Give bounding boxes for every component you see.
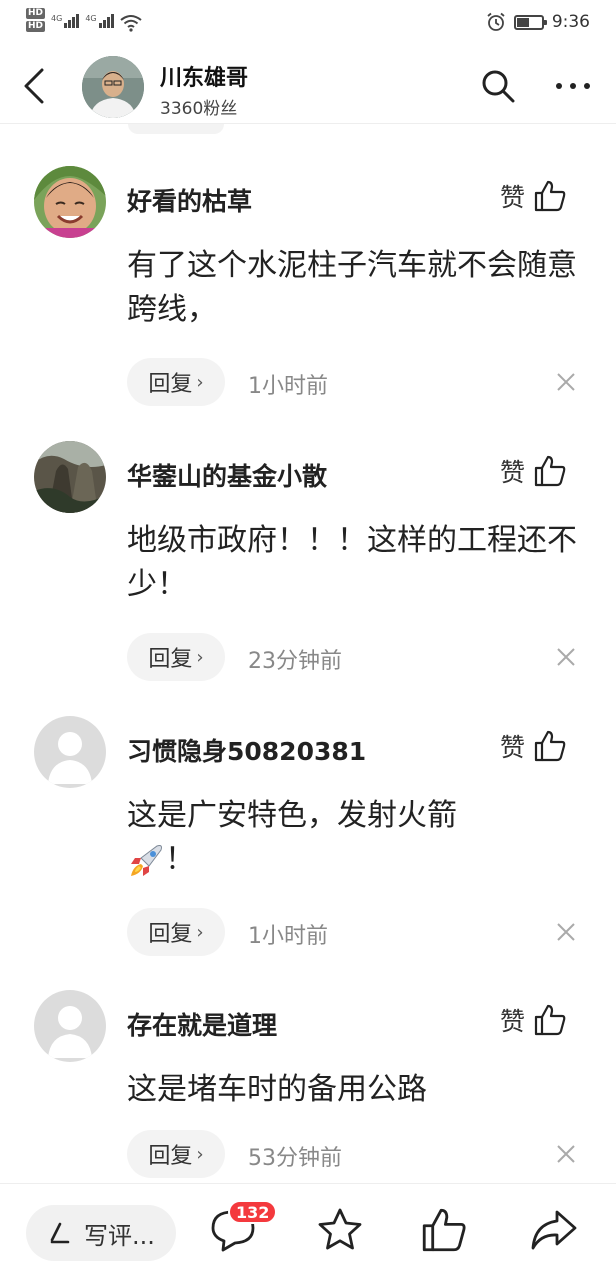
more-icon [556,83,590,89]
wifi-icon [119,15,142,32]
like-label: 赞 [500,183,526,212]
comment-count-badge: 132 [228,1200,278,1224]
chevron-left-icon [24,68,44,104]
partial-reply-pill [128,124,224,134]
hd-indicator: HD [26,21,46,32]
dismiss-button[interactable] [552,918,580,946]
comment-username[interactable]: 华蓥山的基金小散 [127,457,327,493]
chevron-right-icon: › [196,1143,204,1165]
reply-button[interactable]: 回复 › [127,908,225,956]
reply-label: 回复 [148,922,193,947]
comment-footer: 回复 › 1小时前 [127,908,587,956]
close-icon [557,1145,575,1163]
reply-label: 回复 [148,647,193,672]
thumbs-up-icon [534,730,566,762]
favorite-button[interactable] [312,1202,368,1258]
battery-icon [513,14,547,30]
avatar[interactable] [34,990,106,1062]
comment-footer: 回复 › 53分钟前 [127,1130,587,1178]
signal-icon: 4G [51,14,80,28]
like-label: 赞 [500,458,526,487]
network-type: 4G [85,14,97,23]
comment-time: 1小时前 [248,374,328,399]
close-icon [557,923,575,941]
search-button[interactable] [478,66,518,106]
like-label: 赞 [500,733,526,762]
comment-time: 53分钟前 [248,1146,342,1171]
status-bar: HD HD 4G 4G 9:36 [0,0,616,48]
comment-text: 有了这个水泥柱子汽车就不会随意跨线， [127,248,577,327]
top-nav: 川东雄哥 3360粉丝 [0,48,616,124]
like-label: 赞 [500,1007,526,1036]
more-button[interactable] [550,66,596,106]
thumbs-up-icon [534,180,566,212]
reply-button[interactable]: 回复 › [127,358,225,406]
like-button[interactable]: 赞 [500,178,567,214]
like-button[interactable]: 赞 [500,453,567,489]
clock: 9:36 [551,12,590,32]
back-button[interactable] [14,64,54,108]
reply-label: 回复 [148,372,193,397]
comment-text: 地级市政府！！！这样的工程还不少！ [127,523,577,602]
comment-username[interactable]: 存在就是道理 [127,1006,277,1042]
share-button[interactable] [526,1202,582,1258]
write-comment-button[interactable]: 写评... [26,1205,176,1261]
avatar[interactable] [34,441,106,513]
comment-username[interactable]: 习惯隐身50820381 [127,732,366,768]
dismiss-button[interactable] [552,368,580,396]
comment-text-part: ！ [165,842,195,877]
signal-icon: 4G [85,14,114,28]
comment-time: 1小时前 [248,924,328,949]
like-article-button[interactable] [416,1202,472,1258]
comment-footer: 回复 › 1小时前 [127,358,587,406]
dismiss-button[interactable] [552,1140,580,1168]
reply-label: 回复 [148,1144,193,1169]
comment-time: 23分钟前 [248,649,342,674]
comment-text: 这是堵车时的备用公路 [127,1072,427,1107]
pen-icon [50,1222,70,1244]
network-type: 4G [51,14,63,23]
comment-username[interactable]: 好看的枯草 [127,182,252,218]
dismiss-button[interactable] [552,643,580,671]
thumbs-up-icon [534,455,566,487]
search-icon [482,70,515,103]
star-icon [318,1208,362,1250]
author-avatar[interactable] [82,56,144,118]
reply-button[interactable]: 回复 › [127,1130,225,1178]
comment-text-part: 这是广安特色，发射火箭 [127,798,457,833]
close-icon [557,373,575,391]
chevron-right-icon: › [196,646,204,668]
avatar[interactable] [34,716,106,788]
reply-button[interactable]: 回复 › [127,633,225,681]
like-button[interactable]: 赞 [500,728,567,764]
alarm-icon [487,12,505,31]
hd-indicator: HD [26,8,46,19]
comment-text: 这是广安特色，发射火箭 ！ [127,794,577,882]
chevron-right-icon: › [196,371,204,393]
bottom-action-bar: 写评... 132 [0,1183,616,1280]
author-name[interactable]: 川东雄哥 [160,60,248,92]
fans-count: 3360粉丝 [160,99,238,119]
chevron-right-icon: › [196,921,204,943]
share-icon [531,1210,577,1250]
comment-footer: 回复 › 23分钟前 [127,633,587,681]
avatar[interactable] [34,166,106,238]
like-button[interactable]: 赞 [500,1002,567,1038]
rocket-emoji-icon [131,844,162,876]
write-comment-label: 写评... [84,1221,155,1250]
thumbs-up-icon [534,1004,566,1036]
close-icon [557,648,575,666]
thumbs-up-icon [422,1208,466,1252]
